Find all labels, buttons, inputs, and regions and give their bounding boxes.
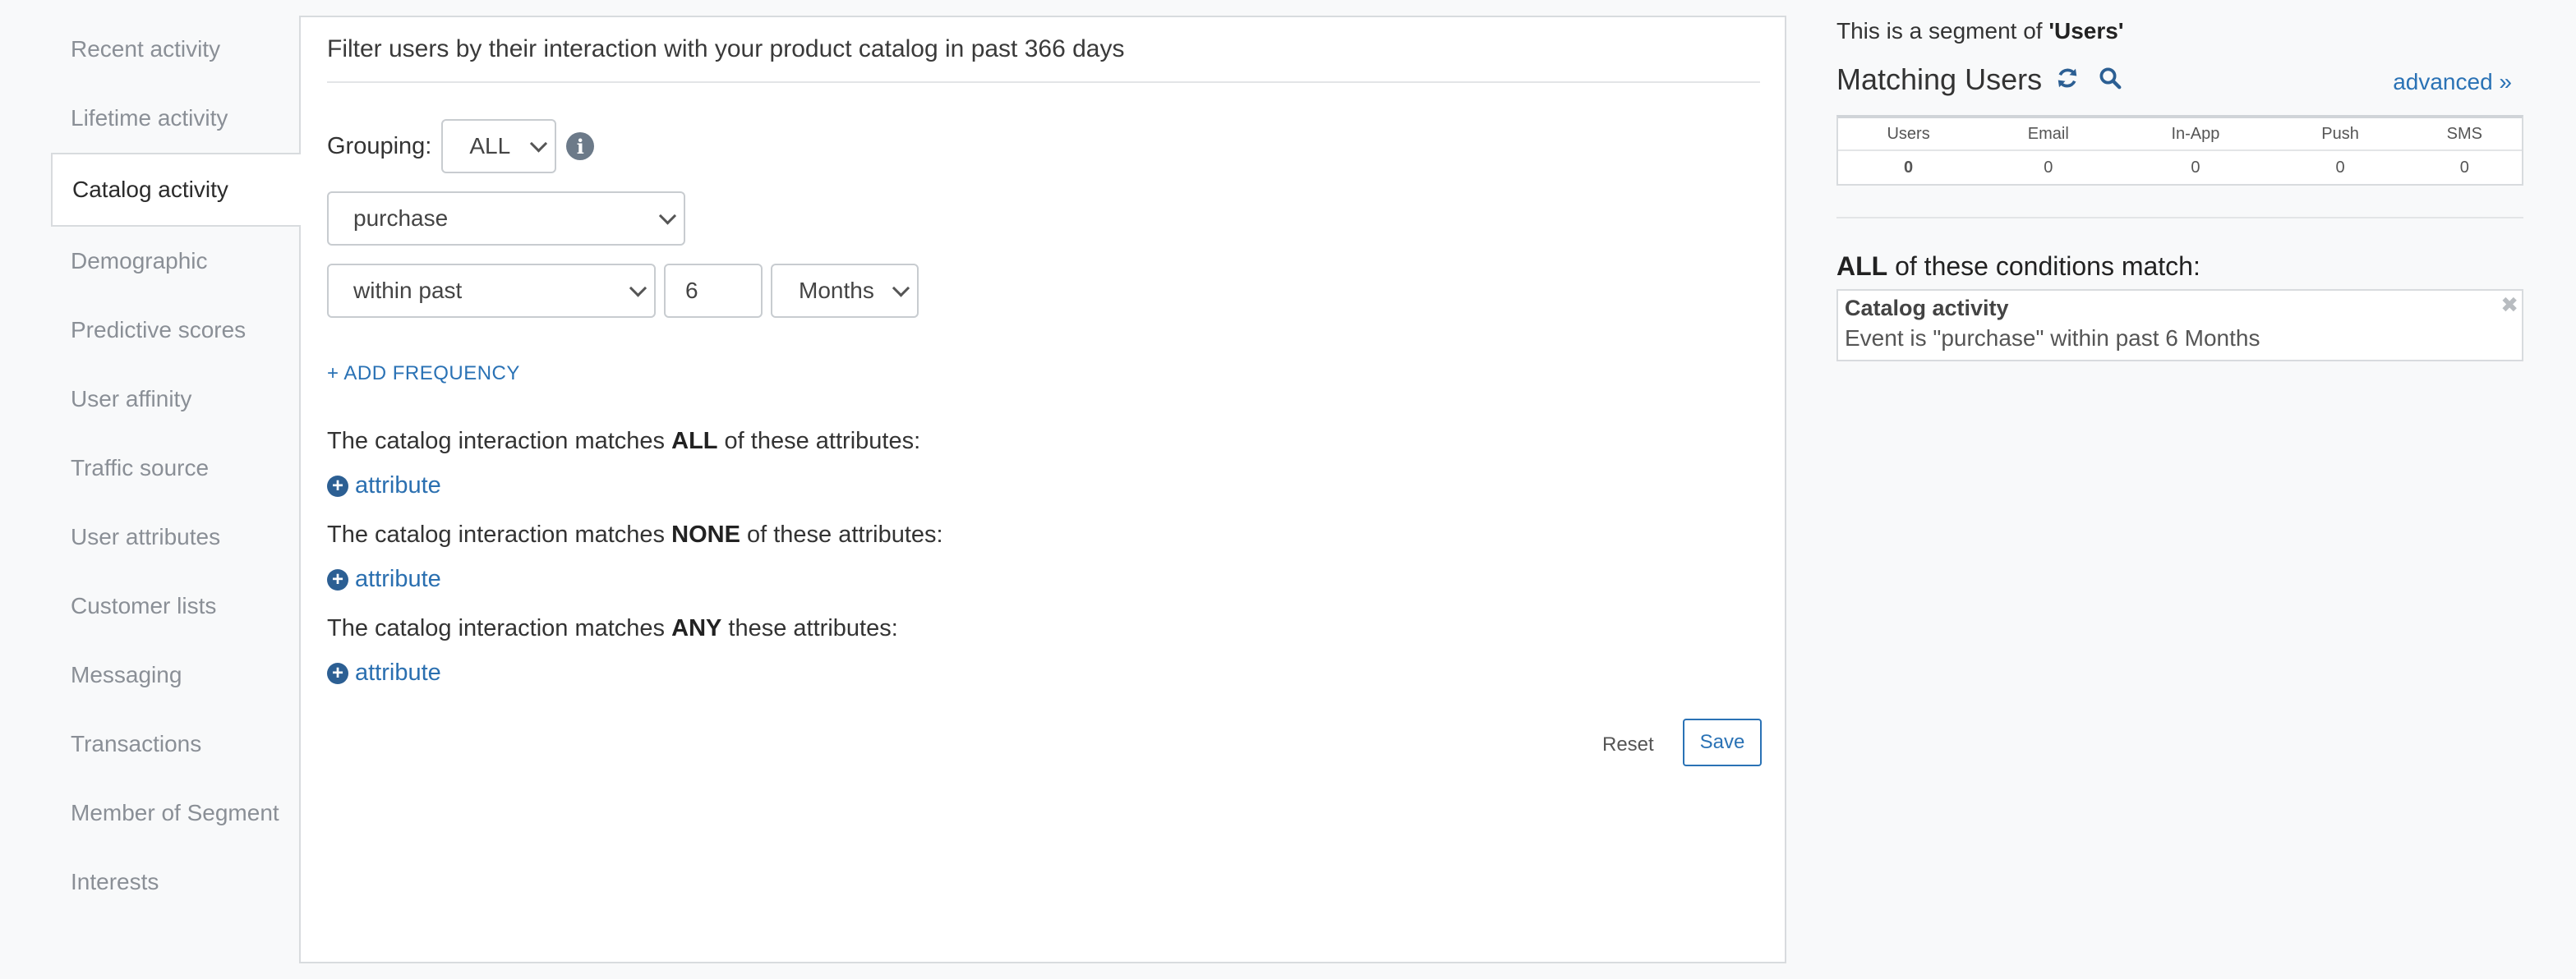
sidebar-item-catalog-activity[interactable]: Catalog activity bbox=[51, 153, 301, 227]
stats-value-email: 0 bbox=[2044, 158, 2053, 177]
stats-header-users: Users bbox=[1887, 124, 1930, 143]
add-attribute-all-link[interactable]: + attribute bbox=[327, 472, 441, 499]
sidebar-item-transactions[interactable]: Transactions bbox=[51, 710, 299, 779]
event-select[interactable]: purchase bbox=[327, 191, 685, 246]
time-unit-select[interactable]: Months bbox=[771, 264, 919, 318]
sidebar-item-user-attributes[interactable]: User attributes bbox=[51, 503, 299, 572]
plus-circle-icon: + bbox=[327, 568, 348, 591]
panel-title: Filter users by their interaction with y… bbox=[327, 35, 1760, 83]
match-none-text: The catalog interaction matches NONE of … bbox=[327, 522, 943, 548]
sidebar-item-customer-lists[interactable]: Customer lists bbox=[51, 572, 299, 641]
event-row: purchase bbox=[327, 191, 685, 246]
divider bbox=[1836, 217, 2523, 218]
chevron-down-icon bbox=[530, 135, 548, 153]
sidebar-item-recent-activity[interactable]: Recent activity bbox=[51, 15, 299, 84]
grouping-select-value: ALL bbox=[469, 133, 511, 159]
conditions-title: ALL of these conditions match: bbox=[1836, 251, 2200, 281]
matching-users-title: Matching Users bbox=[1836, 62, 2043, 96]
segment-note: This is a segment of 'Users' bbox=[1836, 18, 2124, 44]
sidebar-nav: Recent activity Lifetime activity Catalo… bbox=[51, 15, 301, 917]
sidebar-item-demographic[interactable]: Demographic bbox=[51, 227, 299, 296]
stats-header-email: Email bbox=[2027, 124, 2069, 143]
reset-button[interactable]: Reset bbox=[1602, 733, 1654, 756]
refresh-icon[interactable] bbox=[2055, 66, 2080, 90]
event-select-value: purchase bbox=[353, 205, 449, 231]
search-icon[interactable] bbox=[2098, 66, 2122, 90]
attribute-link-label: attribute bbox=[355, 566, 441, 592]
sidebar-item-interests[interactable]: Interests bbox=[51, 848, 299, 917]
sidebar-item-member-of-segment[interactable]: Member of Segment bbox=[51, 779, 299, 848]
stats-header-sms: SMS bbox=[2446, 124, 2482, 143]
matching-users-table: Users Email In-App Push SMS 0 0 0 0 0 bbox=[1836, 115, 2523, 186]
time-range-select-value: within past bbox=[353, 278, 463, 303]
close-icon[interactable]: ✖ bbox=[2500, 292, 2518, 318]
time-amount-input[interactable] bbox=[664, 264, 763, 318]
stats-header-push: Push bbox=[2321, 124, 2359, 143]
stats-value-users: 0 bbox=[1904, 158, 1914, 177]
condition-name: Catalog activity bbox=[1845, 296, 2009, 320]
sidebar-item-predictive-scores[interactable]: Predictive scores bbox=[51, 296, 299, 365]
chevron-down-icon bbox=[892, 279, 910, 297]
save-button[interactable]: Save bbox=[1683, 719, 1762, 766]
advanced-link[interactable]: advanced » bbox=[2393, 69, 2512, 95]
grouping-select[interactable]: ALL bbox=[441, 119, 557, 173]
chevron-down-icon bbox=[629, 279, 647, 297]
time-unit-select-value: Months bbox=[799, 278, 874, 303]
add-attribute-none-link[interactable]: + attribute bbox=[327, 566, 441, 593]
time-row: within past Months bbox=[327, 264, 919, 318]
stats-value-in-app: 0 bbox=[2191, 158, 2200, 177]
add-attribute-any-link[interactable]: + attribute bbox=[327, 660, 441, 687]
grouping-row: Grouping: ALL i bbox=[327, 119, 595, 173]
filter-panel: Filter users by their interaction with y… bbox=[299, 16, 1786, 963]
stats-value-push: 0 bbox=[2335, 158, 2345, 177]
sidebar-item-messaging[interactable]: Messaging bbox=[51, 641, 299, 710]
plus-circle-icon: + bbox=[327, 662, 348, 684]
attribute-link-label: attribute bbox=[355, 660, 441, 686]
grouping-label: Grouping: bbox=[327, 132, 432, 159]
stats-header-in-app: In-App bbox=[2171, 124, 2220, 143]
attribute-link-label: attribute bbox=[355, 472, 441, 499]
stats-value-sms: 0 bbox=[2459, 158, 2469, 177]
info-icon[interactable]: i bbox=[566, 132, 595, 160]
condition-description: Event is "purchase" within past 6 Months bbox=[1845, 325, 2260, 351]
match-all-text: The catalog interaction matches ALL of t… bbox=[327, 428, 921, 454]
add-frequency-link[interactable]: + ADD FREQUENCY bbox=[327, 362, 520, 385]
sidebar-item-user-affinity[interactable]: User affinity bbox=[51, 365, 299, 434]
match-any-text: The catalog interaction matches ANY thes… bbox=[327, 615, 898, 641]
plus-circle-icon: + bbox=[327, 475, 348, 497]
sidebar-item-traffic-source[interactable]: Traffic source bbox=[51, 434, 299, 503]
sidebar-item-lifetime-activity[interactable]: Lifetime activity bbox=[51, 84, 299, 153]
condition-card: Catalog activity Event is "purchase" wit… bbox=[1836, 289, 2523, 361]
chevron-down-icon bbox=[658, 207, 677, 225]
time-range-select[interactable]: within past bbox=[327, 264, 656, 318]
